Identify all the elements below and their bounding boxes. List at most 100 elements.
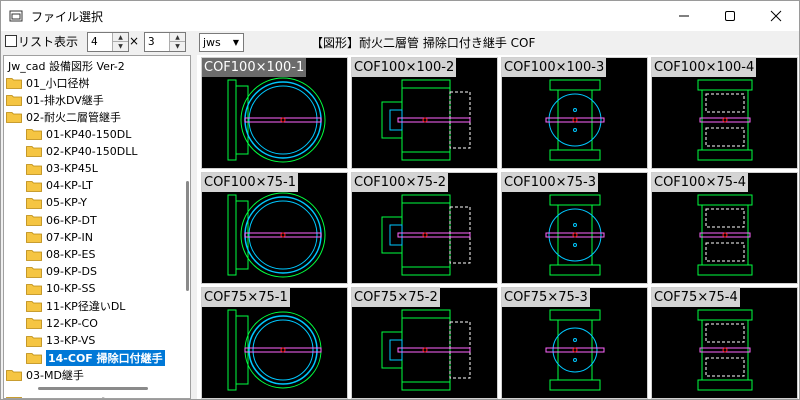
tree-folder-label: 02-KP40-150DLL bbox=[46, 144, 138, 158]
thumbnail-caption: COF75×75-3 bbox=[502, 288, 590, 307]
thumbnail-caption: COF100×100-4 bbox=[652, 58, 757, 77]
thumbnail-caption: COF100×100-2 bbox=[352, 58, 457, 77]
drawing-thumbnail[interactable]: COF100×75-1 bbox=[201, 172, 348, 284]
tree-folder-label: 11-KP径違いDL bbox=[46, 300, 126, 314]
file-type-value: jws bbox=[203, 36, 221, 49]
columns-spinner[interactable]: 4 ▲ ▼ bbox=[87, 32, 129, 52]
thumbnail-caption: COF75×75-2 bbox=[352, 288, 440, 307]
thumbnail-caption: COF100×75-1 bbox=[202, 173, 298, 192]
tree-folder-item[interactable]: 13-KP-VS bbox=[26, 332, 95, 349]
title-bar: ファイル選択 bbox=[1, 1, 799, 31]
thumbnail-caption: COF100×75-2 bbox=[352, 173, 448, 192]
drawing-category-heading: 【図形】耐火二層管 掃除口付き継手 COF bbox=[311, 36, 536, 50]
drawing-thumbnail[interactable]: COF100×75-2 bbox=[351, 172, 498, 284]
folder-open-icon bbox=[9, 10, 23, 22]
tree-folder-label: 05-KP-Y bbox=[46, 196, 87, 210]
drawing-thumbnail[interactable]: COF75×75-3 bbox=[501, 287, 648, 399]
tree-folder-item[interactable]: 06-KP-DT bbox=[26, 212, 97, 229]
rows-spinner[interactable]: 3 ▲ ▼ bbox=[144, 32, 186, 52]
tree-folder-item[interactable]: 01-排水DV継手 bbox=[6, 91, 104, 108]
drawing-thumbnail[interactable]: COF75×75-1 bbox=[201, 287, 348, 399]
folder-icon bbox=[26, 301, 42, 312]
vertical-scrollbar[interactable] bbox=[184, 57, 190, 379]
thumbnail-caption: COF100×100-1 bbox=[202, 58, 307, 77]
spin-down-icon[interactable]: ▼ bbox=[113, 42, 128, 51]
maximize-icon bbox=[725, 11, 735, 21]
folder-icon bbox=[26, 215, 42, 226]
drawing-thumbnail[interactable]: COF100×75-3 bbox=[501, 172, 648, 284]
tree-folder-item[interactable]: 09-KP-DS bbox=[26, 263, 97, 280]
spin-up-icon[interactable]: ▲ bbox=[113, 33, 128, 42]
tree-folder-item[interactable]: 11-KP径違いDL bbox=[26, 298, 125, 315]
close-icon bbox=[770, 10, 782, 22]
minimize-button[interactable] bbox=[661, 1, 707, 31]
drawing-thumbnail[interactable]: COF100×100-4 bbox=[651, 57, 798, 169]
list-view-checkbox[interactable] bbox=[5, 35, 17, 47]
folder-icon bbox=[26, 163, 42, 175]
spin-up-icon[interactable]: ▲ bbox=[170, 33, 185, 42]
drawing-thumbnail[interactable]: COF100×100-2 bbox=[351, 57, 498, 169]
tree-folder-label: 01-KP40-150DL bbox=[46, 127, 132, 141]
folder-icon bbox=[26, 283, 42, 295]
tree-folder-label: 06-KP-DT bbox=[46, 213, 97, 227]
folder-icon bbox=[6, 94, 22, 106]
folder-icon bbox=[26, 180, 42, 192]
folder-icon bbox=[26, 129, 42, 140]
drawing-thumbnail[interactable]: COF100×100-1 bbox=[201, 57, 348, 169]
thumbnail-caption: COF75×75-1 bbox=[202, 288, 290, 307]
times-sign: × bbox=[129, 34, 140, 48]
tree-folder-label: 13-KP-VS bbox=[46, 334, 96, 347]
tree-folder-item[interactable]: 10-KP-SS bbox=[26, 280, 96, 297]
file-type-select[interactable]: jws ▼ bbox=[199, 33, 244, 52]
tree-folder-item[interactable]: 07-KP-IN bbox=[26, 229, 93, 246]
folder-icon bbox=[6, 77, 22, 89]
tree-folder-item[interactable]: 02-KP40-150DLL bbox=[26, 143, 138, 160]
tree-folder-item[interactable]: 12-KP-CO bbox=[26, 315, 98, 332]
folder-icon bbox=[26, 249, 42, 261]
folder-icon bbox=[26, 335, 42, 347]
drawing-thumbnail[interactable]: COF100×75-4 bbox=[651, 172, 798, 284]
tree-folder-label: 03-KP45L bbox=[46, 162, 98, 175]
tree-folder-label: 02-耐火二層管継手 bbox=[26, 110, 121, 124]
chevron-down-icon[interactable]: ▼ bbox=[229, 34, 243, 51]
rows-value[interactable]: 3 bbox=[148, 35, 155, 48]
tree-root[interactable]: Jw_cad 設備図形 Ver-2 bbox=[8, 58, 125, 74]
folder-icon bbox=[26, 232, 42, 244]
tree-folder-item[interactable]: 14-COF 掃除口付継手 bbox=[26, 349, 165, 366]
horizontal-scrollbar[interactable] bbox=[4, 381, 190, 397]
folder-tree[interactable]: Jw_cad 設備図形 Ver-2 01_小口径桝 01-排水DV継手 02-耐火二… bbox=[3, 55, 191, 399]
list-view-label: リスト表示 bbox=[18, 35, 79, 49]
tree-folder-item[interactable]: 03-KP45L bbox=[26, 160, 98, 177]
vertical-scroll-thumb[interactable] bbox=[186, 181, 189, 291]
tree-folder-label: 07-KP-IN bbox=[46, 230, 94, 244]
drawing-thumbnail[interactable]: COF75×75-2 bbox=[351, 287, 498, 399]
folder-icon bbox=[26, 318, 42, 330]
horizontal-scroll-thumb[interactable] bbox=[38, 387, 148, 390]
drawing-thumbnail[interactable]: COF100×100-3 bbox=[501, 57, 648, 169]
close-button[interactable] bbox=[753, 1, 799, 31]
spin-down-icon[interactable]: ▼ bbox=[170, 42, 185, 51]
window-title: ファイル選択 bbox=[31, 10, 104, 24]
tree-folder-item[interactable]: 05-KP-Y bbox=[26, 194, 87, 211]
toolbar: リスト表示 4 ▲ ▼ × 3 ▲ ▼ jws ▼ 【図形】耐火二層管 掃除口付… bbox=[1, 31, 799, 55]
columns-value[interactable]: 4 bbox=[91, 35, 98, 48]
drawing-thumbnail[interactable]: COF75×75-4 bbox=[651, 287, 798, 399]
tree-folder-label: 09-KP-DS bbox=[46, 265, 97, 279]
maximize-button[interactable] bbox=[707, 1, 753, 31]
thumbnail-caption: COF100×100-3 bbox=[502, 58, 607, 77]
minimize-icon bbox=[679, 15, 689, 17]
folder-icon bbox=[26, 146, 42, 158]
tree-folder-label: 08-KP-ES bbox=[46, 248, 96, 261]
tree-folder-label: 14-COF 掃除口付継手 bbox=[46, 349, 165, 366]
tree-folder-item[interactable]: 02-耐火二層管継手 bbox=[6, 108, 121, 125]
tree-folder-item[interactable]: 04-KP-LT bbox=[26, 177, 93, 194]
tree-folder-item[interactable]: 01_小口径桝 bbox=[6, 74, 90, 91]
tree-folder-item[interactable]: 08-KP-ES bbox=[26, 246, 95, 263]
thumbnail-caption: COF100×75-3 bbox=[502, 173, 598, 192]
tree-folder-label: 01_小口径桝 bbox=[26, 76, 90, 90]
thumbnail-caption: COF75×75-4 bbox=[652, 288, 740, 307]
folder-icon bbox=[6, 111, 22, 123]
tree-folder-label: 10-KP-SS bbox=[46, 282, 96, 296]
tree-folder-label: 01-排水DV継手 bbox=[26, 93, 104, 107]
tree-folder-item[interactable]: 01-KP40-150DL bbox=[26, 126, 131, 143]
